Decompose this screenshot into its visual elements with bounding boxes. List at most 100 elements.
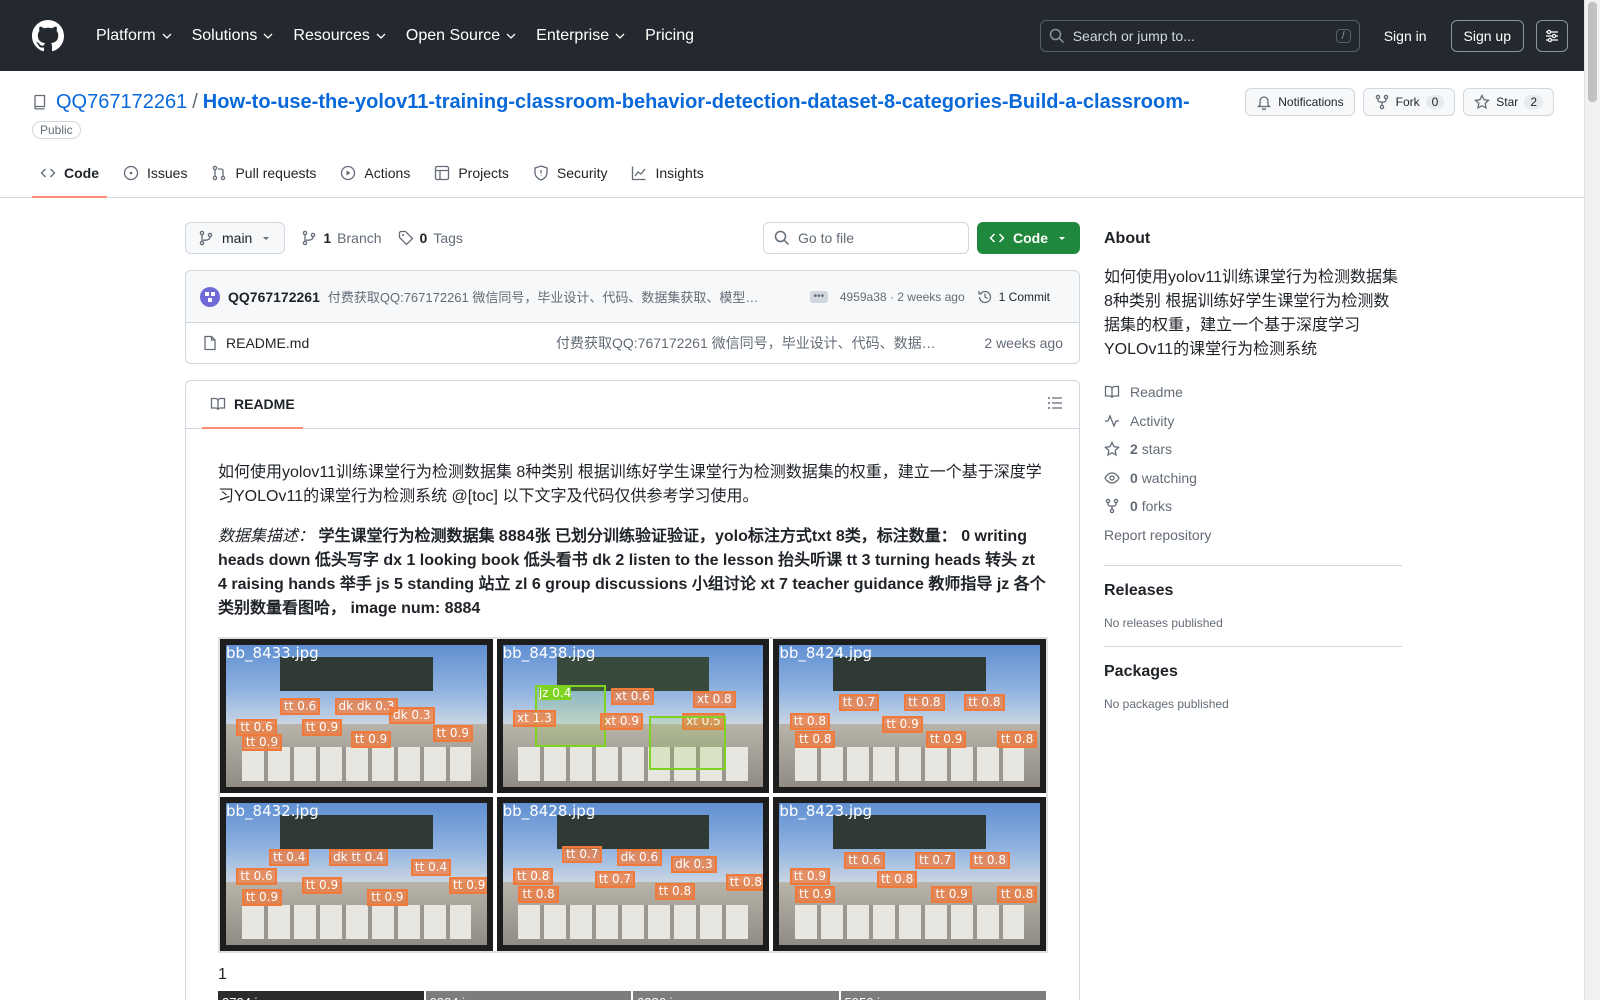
nav-open-source[interactable]: Open Source (396, 16, 526, 56)
path-separator: / (192, 90, 198, 113)
chevron-down-icon (162, 33, 172, 39)
dataset-label: 数据集描述： (218, 528, 315, 545)
about-links: Readme Activity 2 stars 0 watching 0 for… (1104, 378, 1402, 549)
sign-up-button[interactable]: Sign up (1450, 19, 1524, 52)
releases-heading[interactable]: Releases (1104, 582, 1402, 600)
table-icon (435, 165, 450, 181)
tab-security[interactable]: Security (525, 150, 616, 198)
pull-request-icon (213, 165, 226, 181)
tile-filename: bb_8432.jpg (226, 802, 319, 820)
nav-label: Enterprise (536, 26, 610, 44)
outline-list-icon[interactable] (1047, 395, 1063, 414)
nav-pricing[interactable]: Pricing (635, 16, 704, 56)
nav-label: Resources (293, 26, 370, 44)
commit-message-link[interactable]: 付费获取QQ:767172261 微信同号，毕业设计、代码、数据集获取、模型… (328, 287, 798, 306)
tab-code[interactable]: Code (32, 150, 107, 198)
readme-link[interactable]: Readme (1104, 378, 1402, 407)
avatar[interactable] (200, 286, 220, 307)
tags-link[interactable]: 0 Tags (398, 230, 463, 246)
file-browser: QQ767172261 付费获取QQ:767172261 微信同号，毕业设计、代… (185, 270, 1080, 364)
commit-history-link[interactable]: 1 Commit (977, 289, 1050, 305)
tab-label: Insights (655, 165, 704, 181)
global-search-input[interactable]: Search or jump to... / (1039, 19, 1360, 52)
history-icon (978, 290, 991, 303)
go-to-file-placeholder: Go to file (798, 230, 855, 246)
table-row[interactable]: README.md 付费获取QQ:767172261 微信同号，毕业设计、代码、… (186, 323, 1079, 363)
github-logo-icon[interactable] (32, 19, 64, 52)
activity-link[interactable]: Activity (1104, 407, 1402, 436)
fork-button[interactable]: Fork 0 (1362, 88, 1456, 116)
readme-paragraph: 如何使用yolov11训练课堂行为检测数据集 8种类别 根据训练好学生课堂行为检… (218, 464, 1042, 505)
file-navigation: main 1 Branch 0 Tags Go to file Code (185, 222, 1080, 254)
tab-insights[interactable]: Insights (623, 150, 711, 198)
file-commit-time: 2 weeks ago (984, 335, 1063, 351)
watching-label: watching (1141, 469, 1197, 486)
sample-tile: tt 0.6 dk dk 0.3 dk 0.3 tt 0.6 tt 0.9 tt… (220, 639, 493, 793)
tab-actions[interactable]: Actions (332, 150, 418, 198)
branch-icon (303, 230, 316, 246)
nav-label: Open Source (405, 26, 501, 44)
file-icon (204, 335, 216, 351)
forks-link[interactable]: 0 forks (1104, 492, 1402, 521)
tile-filename: bb_8424.jpg (779, 644, 873, 662)
commit-hash-link[interactable]: 4959a38 · 2 weeks ago (840, 290, 965, 304)
tile-filename: bb_8423.jpg (779, 802, 873, 820)
sign-in-link[interactable]: Sign in (1384, 28, 1427, 44)
fork-count: 0 (1425, 95, 1445, 109)
stars-label: stars (1141, 441, 1173, 458)
star-count: 2 (1524, 95, 1543, 109)
sample-tile: tt 0.4 dk tt 0.4 tt 0.4 tt 0.6 tt 0.9 tt… (220, 797, 493, 951)
code-button-label: Code (1013, 230, 1048, 246)
stars-link[interactable]: 2 stars (1104, 435, 1402, 464)
settings-sliders-icon[interactable] (1536, 19, 1568, 52)
star-button[interactable]: Star 2 (1463, 88, 1554, 116)
notifications-label: Notifications (1278, 95, 1344, 109)
branch-name: main (222, 230, 253, 246)
tab-label: Pull requests (235, 165, 317, 181)
branches-link[interactable]: 1 Branch (301, 230, 382, 246)
nav-resources[interactable]: Resources (283, 16, 395, 56)
content-column: main 1 Branch 0 Tags Go to file Code QQ7… (185, 222, 1080, 1000)
search-icon (774, 230, 790, 246)
nav-platform[interactable]: Platform (86, 16, 182, 56)
watching-link[interactable]: 0 watching (1104, 464, 1402, 493)
repo-icon (34, 94, 46, 110)
file-commit-message[interactable]: 付费获取QQ:767172261 微信同号，毕业设计、代码、数据… (556, 333, 940, 353)
tab-projects[interactable]: Projects (426, 150, 517, 198)
notifications-button[interactable]: Notifications (1245, 88, 1355, 116)
nav-label: Platform (96, 26, 156, 44)
play-circle-icon (341, 165, 356, 181)
tag-count: 0 (419, 230, 428, 246)
bell-icon (1257, 96, 1272, 110)
commit-separator: · (889, 289, 894, 304)
star-label: Star (1496, 95, 1519, 109)
packages-heading[interactable]: Packages (1104, 663, 1402, 681)
fork-label: Fork (1395, 95, 1420, 109)
file-name-link[interactable]: README.md (226, 335, 556, 351)
readme-panel: README 如何使用yolov11训练课堂行为检测数据集 8种类别 根据训练好… (185, 380, 1080, 1000)
divider (1104, 565, 1402, 566)
tile-filename: bb_8438.jpg (502, 644, 596, 662)
code-download-button[interactable]: Code (977, 222, 1080, 254)
chevron-down-icon (376, 33, 386, 39)
report-repository-link[interactable]: Report repository (1104, 521, 1402, 550)
repo-name-link[interactable]: How-to-use-the-yolov11-training-classroo… (203, 91, 1190, 114)
scrollbar-thumb[interactable] (1588, 2, 1597, 102)
star-icon (1104, 441, 1120, 457)
image-caption: 1 (218, 966, 227, 983)
nav-enterprise[interactable]: Enterprise (526, 16, 635, 56)
go-to-file-input[interactable]: Go to file (763, 222, 969, 254)
readme-tab[interactable]: README (202, 381, 303, 429)
page-scrollbar[interactable] (1584, 0, 1600, 1000)
expand-commit-button[interactable]: ••• (809, 290, 828, 303)
nav-label: Pricing (645, 26, 694, 44)
nav-solutions[interactable]: Solutions (182, 16, 284, 56)
tab-issues[interactable]: Issues (115, 150, 195, 198)
commit-author-link[interactable]: QQ767172261 (228, 289, 320, 305)
tile-filename: bb_8428.jpg (502, 802, 596, 820)
repo-owner-link[interactable]: QQ767172261 (56, 91, 187, 114)
branch-selector-button[interactable]: main (185, 222, 286, 254)
search-shortcut-hint: / (1335, 28, 1351, 43)
eye-icon (1104, 472, 1120, 484)
tab-pull-requests[interactable]: Pull requests (203, 150, 324, 198)
